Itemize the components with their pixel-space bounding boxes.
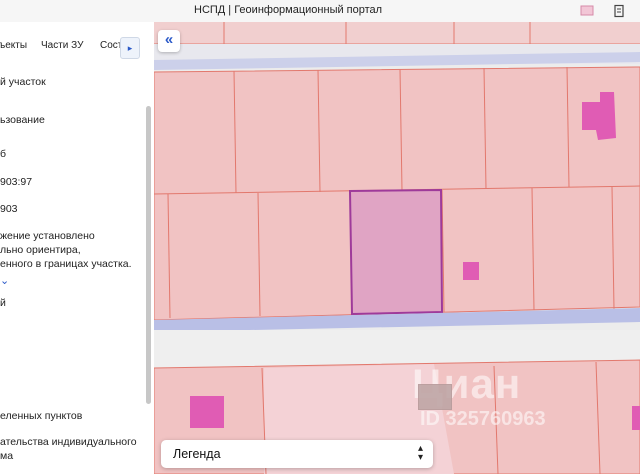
field-cadastral-number[interactable]: 903:97 (0, 176, 32, 188)
legend-label: Легенда (173, 447, 221, 461)
tabs-next-button[interactable]: ▸ (120, 37, 140, 59)
field-address-line-2: льно ориентира, (0, 244, 81, 256)
field-address-line-3: енного в границах участка. (0, 258, 132, 270)
field-permitted-use-line-2: ма (0, 450, 14, 462)
panel-scrollbar[interactable] (146, 106, 151, 404)
field-usage: ьзование (0, 114, 45, 126)
document-icon[interactable] (612, 4, 626, 18)
watermark-id: ID 325760963 (420, 408, 546, 430)
field-quarter[interactable]: 903 (0, 203, 18, 215)
chevron-down-icon[interactable]: ⌄ (0, 274, 9, 287)
bookmark-icon[interactable] (580, 4, 594, 18)
legend-selector[interactable]: Легенда ▴ ▾ (161, 440, 433, 468)
chevron-right-icon: ▸ (127, 43, 133, 53)
field-land-category: еленных пунктов (0, 410, 83, 422)
field-address-line-1: жение установлено (0, 230, 95, 242)
window-title: НСПД | Геоинформационный портал (194, 4, 383, 16)
tab-land-parts[interactable]: Части ЗУ (41, 40, 83, 51)
collapse-panel-button[interactable]: « (158, 30, 180, 52)
tab-objects[interactable]: ъекты (0, 40, 27, 51)
field-permitted-use-line-1: ательства индивидуального (0, 436, 137, 448)
sort-arrows-icon: ▴ ▾ (417, 443, 423, 463)
watermark-logo-icon (418, 384, 452, 410)
cadastral-map[interactable] (154, 22, 640, 474)
field-short: б (0, 148, 7, 160)
object-info-panel: ъекты Части ЗУ Соста ▸ й участок ьзовани… (0, 22, 155, 474)
field-object-type: й участок (0, 76, 46, 88)
title-bar: НСПД | Геоинформационный портал (0, 0, 640, 23)
field-short-2: й (0, 297, 6, 309)
map-view[interactable]: Циан ID 325760963 (154, 22, 640, 474)
panel-tabs: ъекты Части ЗУ Соста ▸ (0, 36, 154, 59)
back-arrows-icon: « (164, 31, 174, 48)
